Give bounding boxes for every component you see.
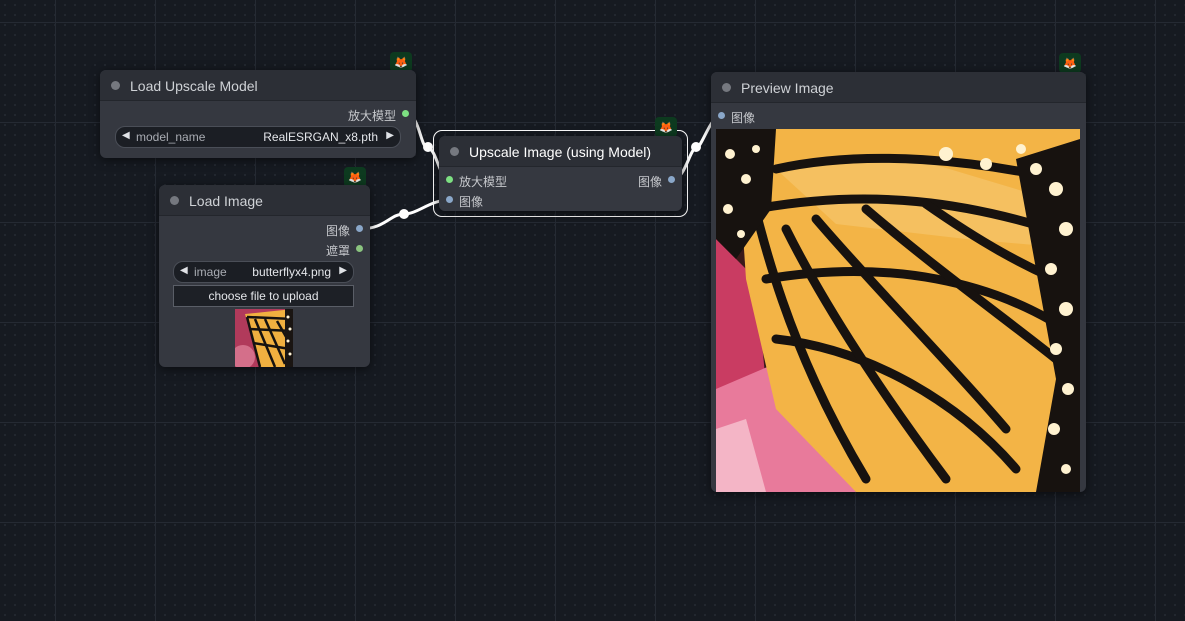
- preview-image[interactable]: [716, 129, 1080, 492]
- triangle-right-icon[interactable]: ▶: [386, 130, 394, 141]
- link-midpoint: [423, 142, 433, 152]
- input-label-upscale-model: 放大模型: [459, 175, 508, 189]
- node-upscale-image[interactable]: Upscale Image (using Model) 放大模型 图像 图像: [439, 136, 682, 211]
- triangle-left-icon[interactable]: ◀: [180, 265, 188, 276]
- image-combo[interactable]: ◀ image butterflyx4.png ▶: [173, 261, 354, 283]
- input-label-image: 图像: [731, 111, 756, 125]
- fox-icon: 🦊: [344, 167, 366, 187]
- input-label-image: 图像: [459, 195, 484, 209]
- model-name-combo[interactable]: ◀ model_name RealESRGAN_x8.pth ▶: [115, 126, 401, 148]
- input-slot-image[interactable]: [446, 196, 453, 203]
- input-slot-image[interactable]: [718, 112, 725, 119]
- collapse-dot[interactable]: [450, 147, 459, 156]
- collapse-dot[interactable]: [722, 83, 731, 92]
- node-header[interactable]: Load Upscale Model: [100, 70, 416, 101]
- node-header[interactable]: Preview Image: [711, 72, 1086, 103]
- node-header[interactable]: Load Image: [159, 185, 370, 216]
- node-header[interactable]: Upscale Image (using Model): [439, 136, 682, 167]
- collapse-dot[interactable]: [111, 81, 120, 90]
- widget-name: image: [194, 265, 227, 279]
- graph-canvas[interactable]: 🦊 Load Upscale Model 放大模型 ◀ model_name R…: [0, 0, 1185, 621]
- node-load-upscale-model[interactable]: Load Upscale Model 放大模型 ◀ model_name Rea…: [100, 70, 416, 158]
- fox-icon: 🦊: [390, 52, 412, 72]
- output-slot-image[interactable]: [668, 176, 675, 183]
- fox-icon: 🦊: [1059, 53, 1081, 73]
- collapse-dot[interactable]: [170, 196, 179, 205]
- output-slot-image[interactable]: [356, 225, 363, 232]
- input-slot-upscale-model[interactable]: [446, 176, 453, 183]
- triangle-right-icon[interactable]: ▶: [339, 265, 347, 276]
- link-midpoint: [399, 209, 409, 219]
- link-midpoint: [691, 142, 701, 152]
- widget-value: RealESRGAN_x8.pth: [263, 130, 378, 144]
- triangle-left-icon[interactable]: ◀: [122, 130, 130, 141]
- output-label-mask: 遮罩: [325, 244, 350, 258]
- upload-button[interactable]: choose file to upload: [173, 285, 354, 307]
- fox-icon: 🦊: [655, 117, 677, 137]
- node-title: Load Upscale Model: [130, 78, 258, 94]
- widget-value: butterflyx4.png: [252, 265, 331, 279]
- node-load-image[interactable]: Load Image 图像 遮罩 ◀ image butterflyx4.png…: [159, 185, 370, 367]
- node-title: Load Image: [189, 193, 263, 209]
- output-label-image: 图像: [325, 224, 350, 238]
- node-preview-image[interactable]: Preview Image 图像: [711, 72, 1086, 492]
- output-label-upscale-model: 放大模型: [347, 109, 396, 123]
- output-label-image: 图像: [637, 175, 662, 189]
- image-thumbnail: [235, 309, 293, 367]
- node-title: Upscale Image (using Model): [469, 144, 652, 160]
- output-slot-upscale-model[interactable]: [402, 110, 409, 117]
- widget-name: model_name: [136, 130, 206, 144]
- output-slot-mask[interactable]: [356, 245, 363, 252]
- node-title: Preview Image: [741, 80, 834, 96]
